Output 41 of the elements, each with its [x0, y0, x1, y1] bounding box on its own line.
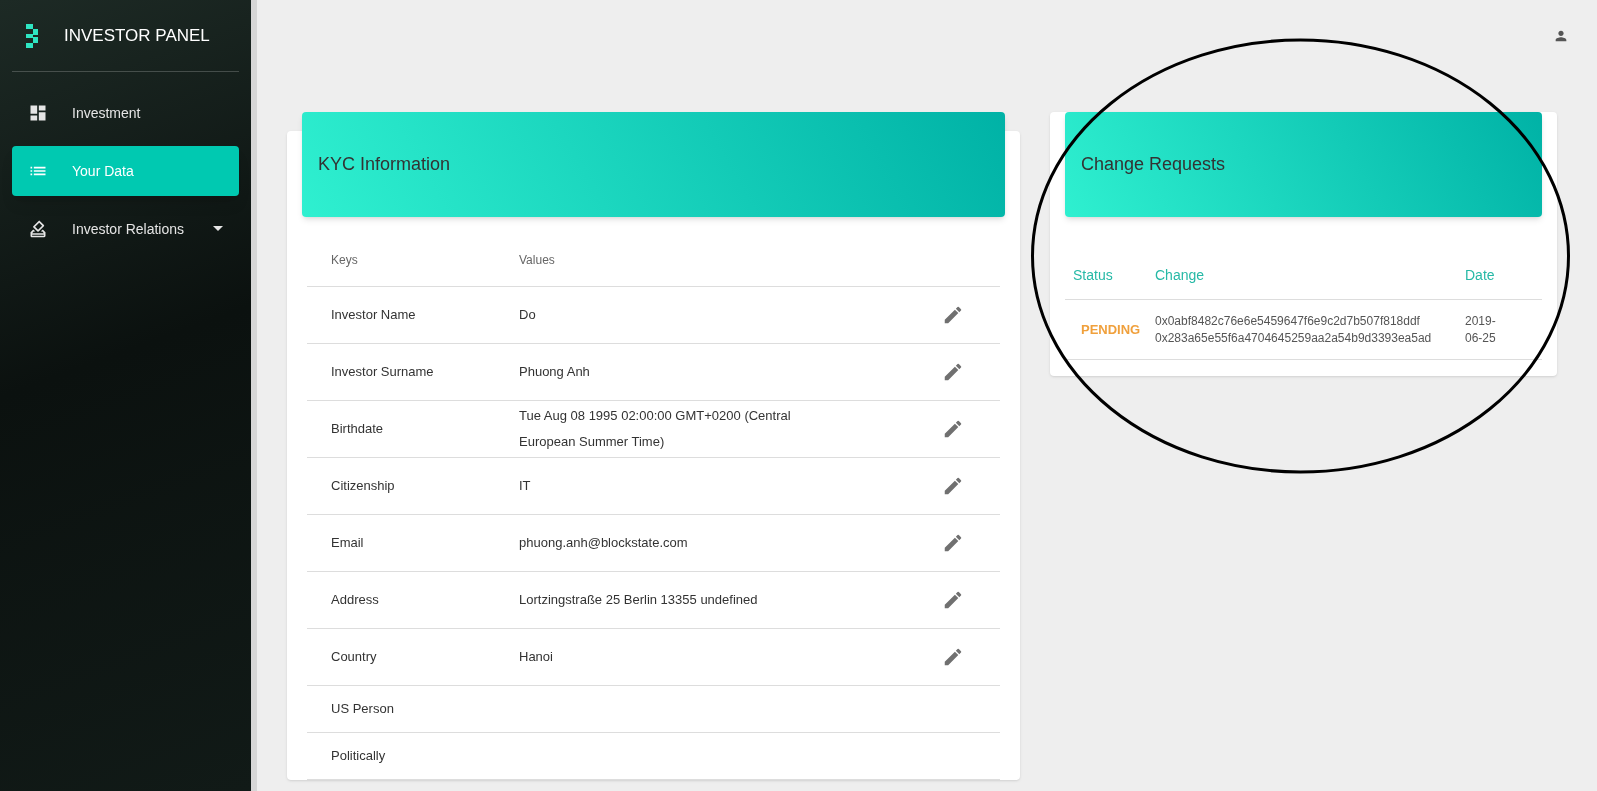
card-title: Change Requests [1081, 153, 1226, 176]
ballot-box-icon [28, 219, 48, 239]
edit-icon[interactable] [942, 418, 964, 440]
edit-icon[interactable] [942, 589, 964, 611]
column-header: Date [1465, 266, 1495, 285]
column-header: Status [1072, 266, 1114, 285]
nav-item[interactable]: Investment [12, 88, 239, 138]
edit-icon[interactable] [942, 646, 964, 668]
key-cell-text: US Person [330, 700, 395, 719]
value-cell-text: phuong.anh@blockstate.com [519, 534, 689, 552]
key-cell-text: Politically [330, 747, 387, 766]
value-cell-text: Phuong Anh [519, 363, 591, 381]
value-cell-text: Do [519, 306, 537, 324]
value-cell-text: Tue Aug 08 1995 02:00:00 GMT+0200 (Central European Summer Time) [519, 407, 792, 451]
status-label: PENDING [1080, 320, 1142, 339]
column-header: Change [1155, 266, 1206, 285]
key-cell-text: Citizenship [330, 477, 396, 496]
edit-icon[interactable] [942, 532, 964, 554]
brand-title: INVESTOR PANEL [64, 24, 210, 47]
key-cell-text: Address [330, 591, 380, 610]
user-icon[interactable] [1553, 28, 1569, 44]
column-header: Keys [330, 251, 359, 269]
logo-icon [24, 21, 40, 50]
column-header: Values [519, 251, 555, 269]
edit-icon[interactable] [942, 304, 964, 326]
key-cell-text: Birthdate [330, 420, 385, 439]
dashboard-icon [28, 103, 48, 123]
edit-icon[interactable] [942, 361, 964, 383]
key-cell-text: Investor Surname [330, 363, 435, 382]
edit-icon[interactable] [942, 475, 964, 497]
key-cell-text: Investor Name [330, 306, 417, 325]
hash-text: 0x283a65e55f6a4704645259aa2a54b9d3393ea5ad [1155, 329, 1433, 347]
key-cell-text: Country [330, 648, 378, 667]
date-cell-text: 2019-06-25 [1465, 312, 1497, 347]
value-cell-text: IT [519, 477, 532, 495]
nav-item[interactable]: Investor Relations [12, 204, 239, 254]
key-cell-text: Email [330, 534, 365, 553]
value-cell-text: Lortzingstraße 25 Berlin 13355 undefined [519, 591, 759, 609]
card-title: KYC Information [318, 153, 451, 176]
hash-text: 0x0abf8482c76e6e5459647f6e9c2d7b507f818ddf [1155, 312, 1421, 330]
value-cell-text: Hanoi [519, 648, 554, 666]
